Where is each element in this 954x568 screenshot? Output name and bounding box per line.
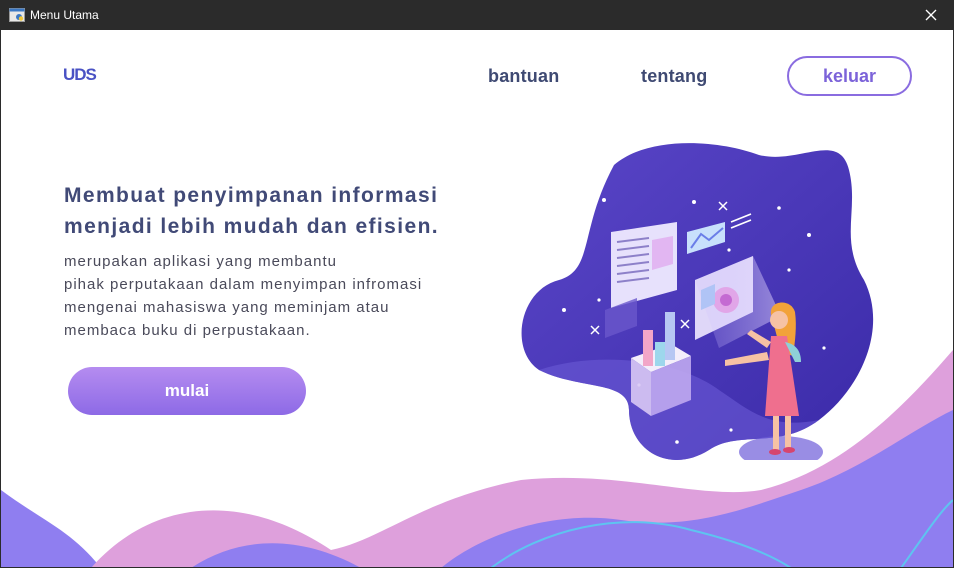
description-line-2: pihak perputakaan dalam menyimpan infrom… — [64, 276, 423, 293]
description-line-1: merupakan aplikasi yang membantu — [64, 253, 337, 270]
headline-line-2: menjadi lebih mudah dan efisien. — [64, 215, 440, 238]
description-line-3: mengenai mahasiswa yang meminjam atau — [64, 299, 390, 316]
close-icon — [925, 9, 937, 21]
hero-illustration — [521, 143, 874, 460]
python-window-icon — [9, 8, 25, 22]
bar-1 — [643, 330, 653, 366]
main-content: UDS bantuan tentang keluar Membuat penyi… — [0, 30, 954, 568]
logo-text: UDS — [63, 65, 97, 83]
window-title: Menu Utama — [30, 8, 99, 22]
headline-line-1: Membuat penyimpanan informasi — [64, 184, 439, 207]
girl-head — [770, 311, 788, 329]
nav-bantuan-link[interactable]: bantuan — [488, 66, 559, 87]
hero-headline: Membuat penyimpanan informasi menjadi le… — [64, 180, 504, 242]
close-button[interactable] — [908, 0, 954, 30]
description-line-4: membaca buku di perpustakaan. — [64, 322, 311, 339]
bar-3 — [665, 312, 675, 360]
nav-tentang-link[interactable]: tentang — [641, 66, 707, 87]
hero-description: merupakan aplikasi yang membantu pihak p… — [64, 250, 504, 342]
bar-2 — [655, 342, 665, 366]
mulai-button[interactable]: mulai — [68, 367, 306, 415]
uds-logo: UDS — [63, 65, 98, 83]
window-titlebar: Menu Utama — [0, 0, 954, 30]
keluar-button[interactable]: keluar — [787, 56, 912, 96]
